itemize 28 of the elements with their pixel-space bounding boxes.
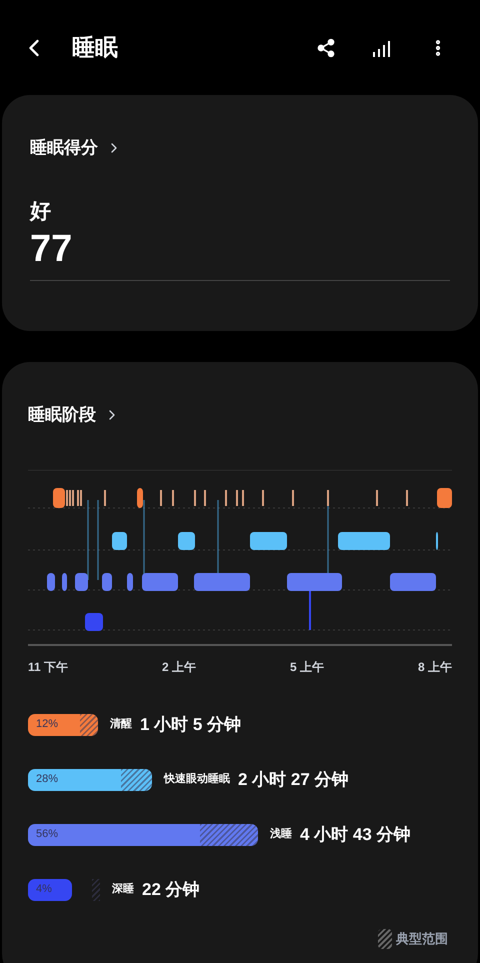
stage-percent: 56% <box>36 827 58 842</box>
time-axis-label: 2 上午 <box>162 658 196 676</box>
legend-label: 典型范围 <box>396 930 448 948</box>
stage-duration: 1 小时 5 分钟 <box>140 714 242 736</box>
stage-duration: 4 小时 43 分钟 <box>300 824 411 846</box>
score-title-link[interactable]: 睡眠得分 <box>30 135 122 160</box>
score-value: 77 <box>30 230 74 268</box>
stage-duration: 22 分钟 <box>142 878 200 901</box>
stage-percent: 12% <box>36 717 58 732</box>
time-axis-label: 11 下午 <box>28 658 68 676</box>
time-axis-label: 8 上午 <box>418 658 452 676</box>
page-title: 睡眠 <box>72 33 118 62</box>
stage-duration: 2 小时 27 分钟 <box>238 768 349 791</box>
stage-label: 深睡 <box>112 882 134 898</box>
rating-text: 好 <box>30 200 52 222</box>
stage-label: 浅睡 <box>270 826 292 842</box>
typical-range-hatch <box>92 878 100 900</box>
time-axis-label: 5 上午 <box>290 658 324 676</box>
share-icon[interactable] <box>316 38 336 58</box>
stage-label: 快速眼动睡眠 <box>164 772 230 788</box>
typical-range-hatch <box>200 824 258 846</box>
hatch-legend-icon <box>378 928 392 948</box>
stage-percent: 4% <box>36 882 52 898</box>
stage-percent: 28% <box>36 772 58 788</box>
typical-range-hatch <box>121 768 152 790</box>
stage-label: 清醒 <box>110 716 132 732</box>
stages-title-link[interactable]: 睡眠阶段 <box>28 402 120 428</box>
typical-range-hatch <box>80 714 98 736</box>
